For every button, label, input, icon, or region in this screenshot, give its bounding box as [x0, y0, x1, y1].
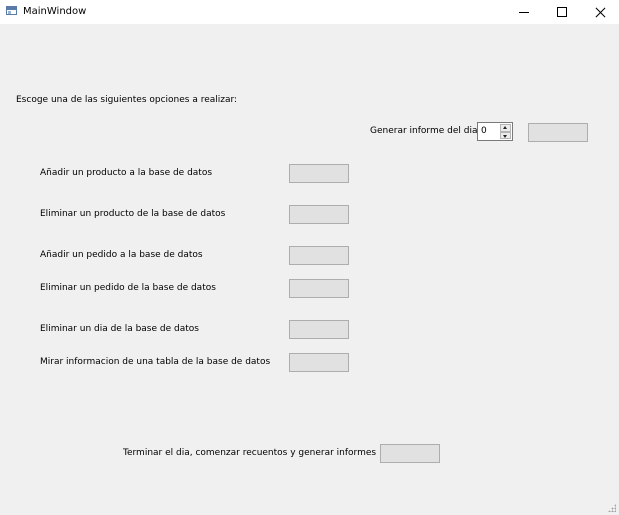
option-label-add-order: Añadir un pedido a la base de datos	[40, 250, 203, 260]
finish-day-button[interactable]	[380, 444, 440, 463]
option-label-delete-product: Eliminar un producto de la base de datos	[40, 209, 226, 219]
finish-day-label: Terminar el dia, comenzar recuentos y ge…	[123, 448, 377, 458]
close-icon	[595, 7, 606, 18]
option-label-delete-order: Eliminar un pedido de la base de datos	[40, 283, 216, 293]
delete-day-button[interactable]	[289, 320, 349, 339]
add-product-button[interactable]	[289, 164, 349, 183]
report-day-label: Generar informe del dia:	[370, 126, 481, 136]
maximize-icon	[557, 7, 567, 17]
generate-report-button[interactable]	[528, 123, 588, 142]
delete-product-button[interactable]	[289, 205, 349, 224]
maximize-button[interactable]	[543, 0, 581, 24]
prompt-label: Escoge una de las siguientes opciones a …	[16, 95, 238, 105]
app-window-icon	[6, 6, 17, 15]
spinbox-arrows	[500, 124, 511, 139]
report-day-spinbox[interactable]: 0	[477, 122, 513, 141]
resize-grip-icon[interactable]	[608, 504, 616, 512]
add-order-button[interactable]	[289, 246, 349, 265]
close-button[interactable]	[581, 0, 619, 24]
view-table-button[interactable]	[289, 353, 349, 372]
minimize-button[interactable]	[505, 0, 543, 24]
delete-order-button[interactable]	[289, 279, 349, 298]
window-title: MainWindow	[23, 6, 87, 17]
title-bar[interactable]: MainWindow	[0, 0, 619, 24]
option-label-add-product: Añadir un producto a la base de datos	[40, 168, 213, 178]
report-day-value: 0	[481, 126, 487, 136]
spin-up-arrow-icon[interactable]	[500, 124, 511, 132]
spin-down-arrow-icon[interactable]	[500, 131, 511, 139]
main-window: MainWindow Escoge una de las siguientes …	[0, 0, 619, 515]
option-label-view-table: Mirar informacion de una tabla de la bas…	[40, 357, 271, 367]
minimize-icon	[519, 11, 529, 13]
option-label-delete-day: Eliminar un dia de la base de datos	[40, 324, 199, 334]
